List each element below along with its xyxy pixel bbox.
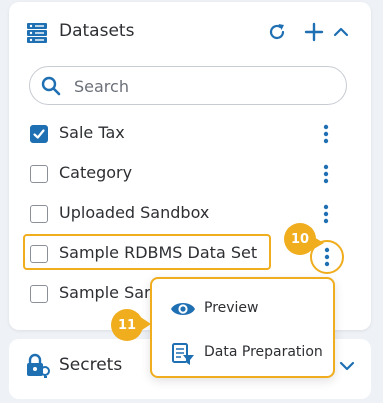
lock-key-icon — [25, 353, 51, 379]
dataset-item-sale-tax[interactable]: Sale Tax — [9, 118, 371, 150]
collapse-button[interactable] — [329, 20, 353, 44]
dataset-options-button[interactable] — [315, 120, 337, 148]
secrets-title: Secrets — [59, 355, 123, 375]
dataset-checkbox[interactable] — [30, 205, 48, 223]
kebab-menu-icon — [324, 247, 330, 267]
add-dataset-button[interactable] — [302, 20, 326, 44]
dataset-options-button[interactable] — [315, 200, 337, 228]
data-preparation-icon — [170, 342, 196, 365]
callout-pointer — [139, 316, 151, 332]
menu-item-label: Preview — [204, 300, 259, 316]
kebab-menu-icon — [323, 124, 329, 144]
callout-number: 11 — [117, 317, 137, 333]
dataset-checkbox[interactable] — [30, 125, 48, 143]
dataset-label: Sale Tax — [59, 123, 125, 142]
kebab-menu-icon — [323, 164, 329, 184]
dataset-options-button[interactable] — [315, 160, 337, 188]
chevron-up-icon — [333, 27, 349, 37]
highlight-row-outline — [23, 234, 271, 270]
search-box — [29, 66, 347, 105]
dataset-item-uploaded-sandbox[interactable]: Uploaded Sandbox — [9, 198, 371, 230]
search-input[interactable] — [74, 75, 324, 97]
dataset-item-category[interactable]: Category — [9, 158, 371, 190]
eye-icon — [170, 298, 196, 320]
plus-icon — [304, 22, 324, 42]
dataset-label: Category — [59, 163, 133, 182]
datasets-title: Datasets — [59, 21, 135, 41]
kebab-menu-icon — [323, 204, 329, 224]
dataset-checkbox[interactable] — [30, 285, 48, 303]
callout-pointer — [312, 236, 324, 250]
dataset-checkbox[interactable] — [30, 165, 48, 183]
refresh-button[interactable] — [265, 20, 289, 44]
refresh-icon — [269, 24, 285, 40]
callout-number: 10 — [290, 231, 310, 247]
dataset-context-menu: Preview Data Preparation — [150, 277, 335, 378]
menu-item-data-preparation[interactable]: Data Preparation — [152, 335, 333, 371]
database-icon — [26, 22, 48, 44]
search-icon — [41, 76, 61, 96]
chevron-down-icon[interactable] — [339, 359, 355, 373]
dataset-label: Sample Sar — [59, 283, 151, 302]
checkmark-icon — [33, 129, 45, 139]
menu-item-label: Data Preparation — [204, 344, 323, 360]
menu-item-preview[interactable]: Preview — [152, 291, 333, 327]
dataset-label: Uploaded Sandbox — [59, 203, 210, 222]
datasets-header: Datasets — [9, 2, 371, 62]
